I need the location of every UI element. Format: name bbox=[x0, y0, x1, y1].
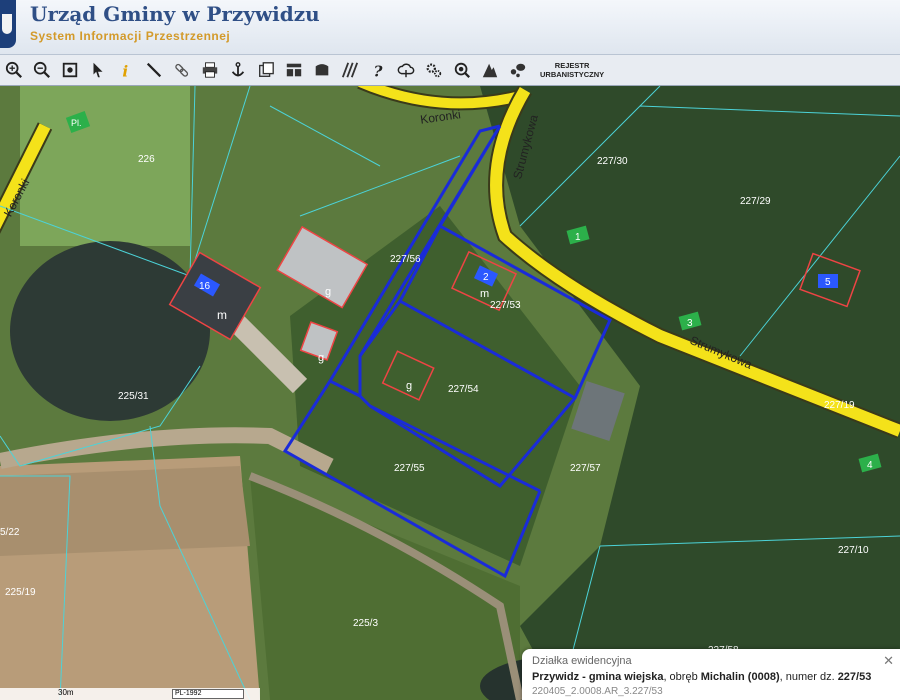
building-letter-g2: g bbox=[318, 352, 324, 364]
scale-text: 30m bbox=[58, 688, 74, 697]
app-header: Urząd Gminy w Przywidzu System Informacj… bbox=[0, 0, 900, 55]
building-letter-m1: m bbox=[217, 308, 227, 322]
pond bbox=[10, 241, 210, 421]
layout-icon[interactable] bbox=[280, 56, 308, 84]
parcel-label-226: 226 bbox=[138, 154, 155, 165]
print-icon[interactable] bbox=[196, 56, 224, 84]
zoom-extent-icon[interactable] bbox=[56, 56, 84, 84]
parcel-label-227-10: 227/10 bbox=[838, 545, 869, 556]
building-letter-g1: g bbox=[325, 286, 331, 298]
map-canvas[interactable]: g m g m g 1 3 4 5 16 2 Pl. 226 227/30 22… bbox=[0, 86, 900, 700]
parcel-label-227-57: 227/57 bbox=[570, 463, 601, 474]
page-title: Urząd Gminy w Przywidzu bbox=[30, 2, 320, 26]
svg-text:2: 2 bbox=[483, 272, 489, 283]
parcel-label-225-31: 225/31 bbox=[118, 391, 149, 402]
zoom-in-icon[interactable] bbox=[0, 56, 28, 84]
svg-text:16: 16 bbox=[199, 281, 211, 292]
svg-text:?: ? bbox=[374, 62, 384, 79]
parcel-label-225-19: 225/19 bbox=[5, 587, 36, 598]
page-subtitle: System Informacji Przestrzennej bbox=[30, 29, 231, 43]
parcel-label-227-54: 227/54 bbox=[448, 384, 479, 395]
svg-text:3: 3 bbox=[687, 318, 693, 329]
info-parcel-identifier: 220405_2.0008.AR_3.227/53 bbox=[532, 686, 663, 697]
svg-text:1: 1 bbox=[575, 232, 581, 243]
magnifier-icon[interactable] bbox=[448, 56, 476, 84]
svg-text:i: i bbox=[122, 62, 128, 79]
svg-text:5: 5 bbox=[825, 277, 831, 288]
settings-icon[interactable] bbox=[420, 56, 448, 84]
map-toolbar: i ? REJESTR URBANISTYCZNY bbox=[0, 55, 900, 86]
parcel-label-227-30: 227/30 bbox=[597, 156, 628, 167]
link-icon[interactable] bbox=[168, 56, 196, 84]
chat-icon[interactable] bbox=[504, 56, 532, 84]
measure-icon[interactable] bbox=[140, 56, 168, 84]
info-icon[interactable]: i bbox=[112, 56, 140, 84]
help-icon[interactable]: ? bbox=[364, 56, 392, 84]
parcel-label-225-3: 225/3 bbox=[353, 618, 378, 629]
parcel-label-227-19: 227/19 bbox=[824, 400, 855, 411]
info-heading: Działka ewidencyjna bbox=[532, 655, 632, 667]
anchor-icon[interactable] bbox=[224, 56, 252, 84]
crs-select[interactable]: PL-1992 bbox=[172, 689, 244, 699]
hatch-icon[interactable] bbox=[336, 56, 364, 84]
parcel-label-227-55: 227/55 bbox=[394, 463, 425, 474]
parcel-label-5-22: 5/22 bbox=[0, 527, 20, 538]
pointer-icon[interactable] bbox=[84, 56, 112, 84]
parcel-label-227-53: 227/53 bbox=[490, 300, 521, 311]
meadow-area bbox=[20, 86, 190, 246]
building-letter-m2: m bbox=[480, 288, 489, 300]
svg-text:Pl.: Pl. bbox=[71, 118, 82, 128]
close-icon[interactable]: ✕ bbox=[883, 653, 894, 669]
parcel-label-227-56: 227/56 bbox=[390, 254, 421, 265]
coat-of-arms-icon bbox=[0, 0, 16, 48]
building-letter-g3: g bbox=[406, 380, 412, 392]
info-parcel-description: Przywidz - gmina wiejska, obręb Michalin… bbox=[532, 671, 872, 683]
map-view[interactable]: g m g m g 1 3 4 5 16 2 Pl. 226 227/30 22… bbox=[0, 86, 900, 700]
export-icon[interactable] bbox=[252, 56, 280, 84]
address-marker-5: 5 bbox=[818, 274, 838, 288]
field-strip bbox=[0, 466, 250, 556]
shape-icon[interactable] bbox=[308, 56, 336, 84]
parcel-label-227-29: 227/29 bbox=[740, 196, 771, 207]
cloud-icon[interactable] bbox=[392, 56, 420, 84]
scale-bar: 30m PL-1992 bbox=[0, 688, 260, 700]
terrain-icon[interactable] bbox=[476, 56, 504, 84]
parcel-info-panel: Działka ewidencyjna ✕ Przywidz - gmina w… bbox=[522, 649, 900, 700]
zoom-out-icon[interactable] bbox=[28, 56, 56, 84]
urban-register-button[interactable]: REJESTR URBANISTYCZNY bbox=[540, 61, 604, 79]
svg-text:4: 4 bbox=[867, 460, 873, 471]
